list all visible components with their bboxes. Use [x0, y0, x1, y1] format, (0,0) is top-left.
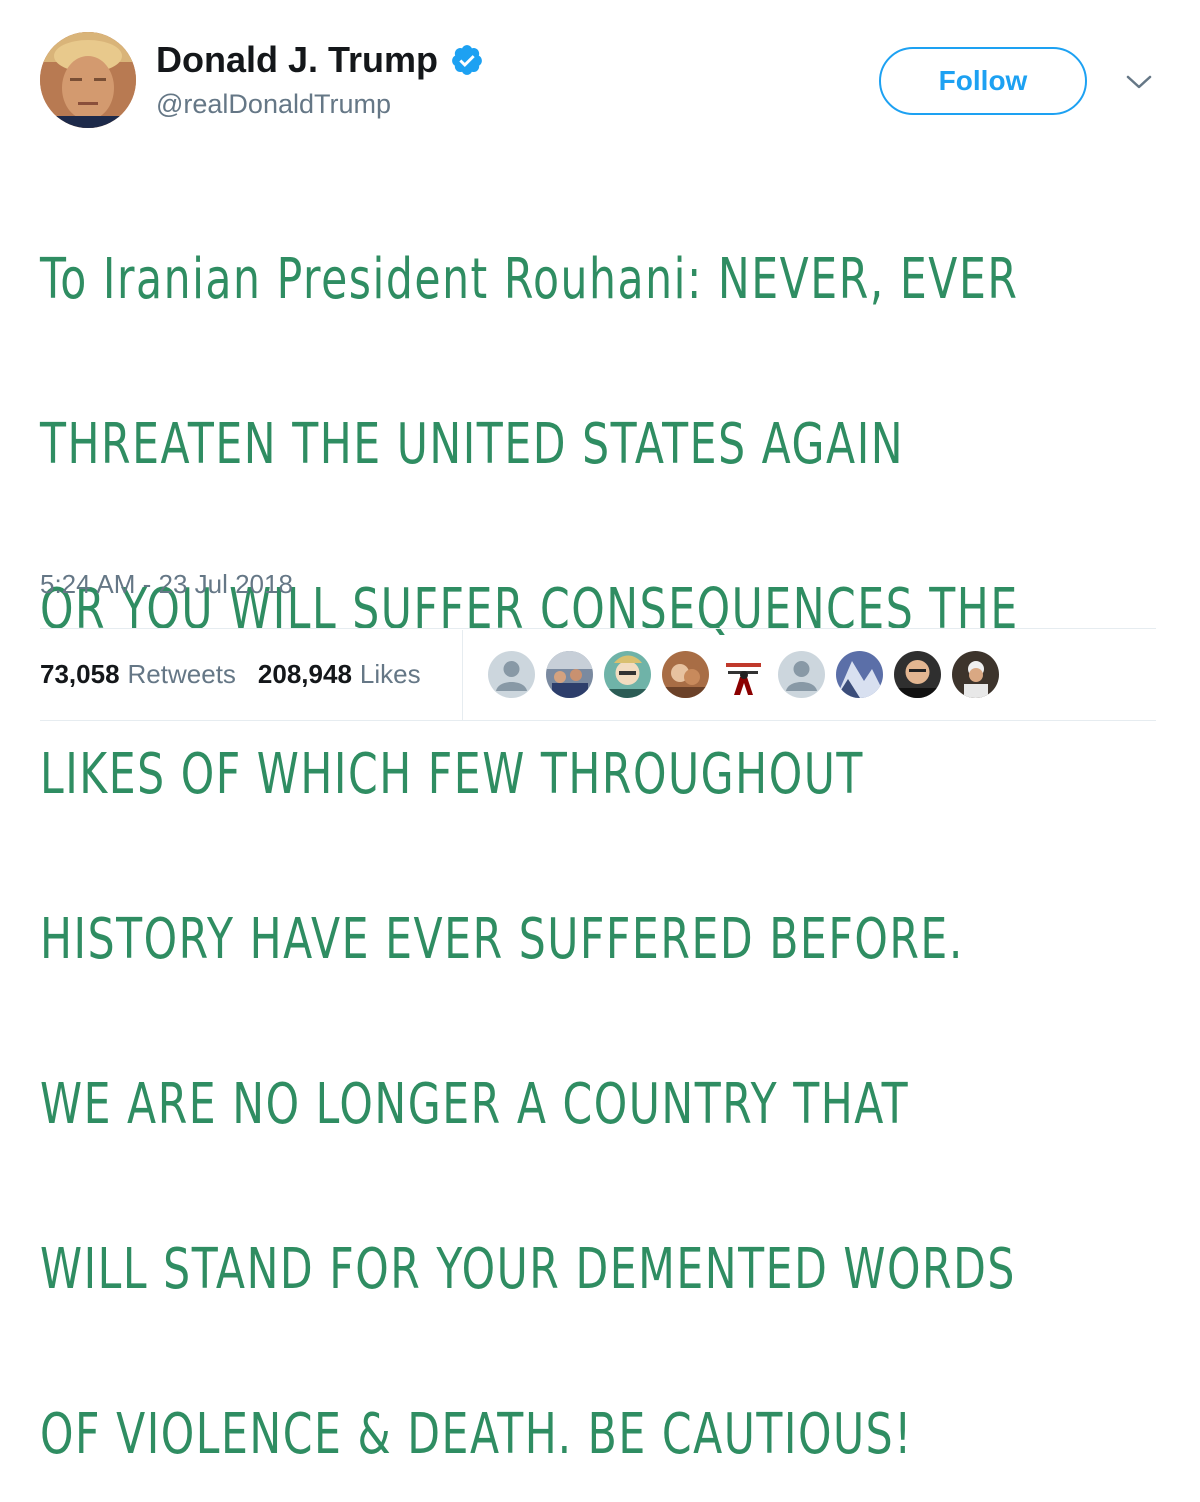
- retweets-count: 73,058: [40, 659, 120, 689]
- author-name[interactable]: Donald J. Trump: [156, 38, 484, 82]
- display-name-text[interactable]: Donald J. Trump: [156, 38, 438, 82]
- liker-avatar[interactable]: [604, 651, 651, 698]
- tweet-timestamp[interactable]: 5:24 AM - 23 Jul 2018: [40, 568, 293, 600]
- tweet-text-line: LIKES OF WHICH FEW THROUGHOUT: [40, 742, 864, 807]
- stats-separator: [462, 630, 463, 720]
- tweet-text: To Iranian President Rouhani: NEVER, EVE…: [40, 142, 1019, 1502]
- tweet-text-line: HISTORY HAVE EVER SUFFERED BEFORE.: [40, 907, 964, 972]
- follow-button[interactable]: Follow: [879, 47, 1087, 115]
- liker-avatar[interactable]: [778, 651, 825, 698]
- likes-stat[interactable]: 208,948 Likes: [258, 658, 421, 690]
- retweets-label: Retweets: [127, 659, 236, 689]
- chevron-down-icon[interactable]: [1124, 70, 1154, 94]
- liker-avatars: [488, 651, 1010, 698]
- likes-label: Likes: [359, 659, 421, 689]
- profile-avatar[interactable]: [40, 32, 136, 128]
- liker-avatar[interactable]: [488, 651, 535, 698]
- author-info: Donald J. Trump @realDonaldTrump: [156, 38, 484, 122]
- liker-avatar[interactable]: [720, 651, 767, 698]
- liker-avatar[interactable]: [546, 651, 593, 698]
- author-handle[interactable]: @realDonaldTrump: [156, 86, 484, 122]
- likes-count: 208,948: [257, 659, 352, 689]
- liker-avatar[interactable]: [894, 651, 941, 698]
- divider: [40, 628, 1156, 629]
- verified-badge-icon: [450, 43, 484, 77]
- tweet-text-line: OF VIOLENCE & DEATH. BE CAUTIOUS!: [40, 1402, 913, 1467]
- retweets-stat[interactable]: 73,058 Retweets: [40, 658, 236, 690]
- tweet-card: Donald J. Trump @realDonaldTrump Follow …: [0, 0, 1200, 1463]
- tweet-text-line: WILL STAND FOR YOUR DEMENTED WORDS: [40, 1237, 1016, 1302]
- divider: [40, 720, 1156, 721]
- tweet-stats: 73,058 Retweets 208,948 Likes: [40, 658, 421, 690]
- tweet-text-line: To Iranian President Rouhani: NEVER, EVE…: [40, 247, 1019, 312]
- liker-avatar[interactable]: [662, 651, 709, 698]
- tweet-text-line: WE ARE NO LONGER A COUNTRY THAT: [40, 1072, 910, 1137]
- liker-avatar[interactable]: [836, 651, 883, 698]
- liker-avatar[interactable]: [952, 651, 999, 698]
- tweet-text-line: THREATEN THE UNITED STATES AGAIN: [40, 412, 905, 477]
